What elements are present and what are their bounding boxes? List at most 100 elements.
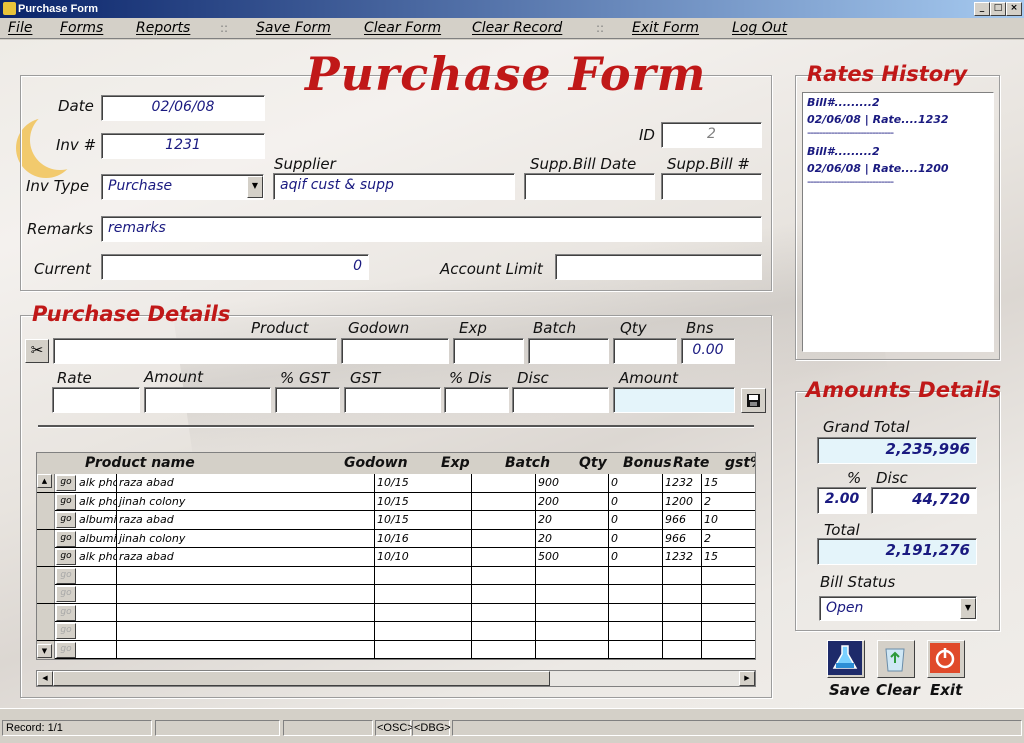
grid-cell[interactable] [609, 566, 663, 585]
grid-cell[interactable]: 1200 [663, 492, 702, 511]
grid-cell[interactable] [536, 585, 609, 603]
menu-clear-record[interactable]: Clear Record [472, 20, 562, 36]
chevron-down-icon[interactable]: ▼ [247, 176, 263, 198]
scroll-left-icon[interactable]: ◀ [37, 671, 53, 686]
grid-cell[interactable]: 20 [536, 511, 609, 529]
grid-cell[interactable] [702, 585, 755, 603]
grid-cell[interactable]: albumin (kit) dds 5x25ml [77, 529, 117, 548]
grid-cell[interactable]: 0 [609, 548, 663, 566]
supplier-field[interactable]: aqif cust & supp [273, 173, 515, 200]
pct-gst-field[interactable] [275, 387, 340, 413]
table-row[interactable]: go [37, 640, 755, 659]
go-button[interactable]: go [56, 623, 76, 639]
purchase-items-grid[interactable]: Product name Godown Exp Batch Qty Bonus Rate gs… [36, 452, 756, 660]
amount-field[interactable] [144, 387, 271, 413]
rate-field[interactable] [52, 387, 140, 413]
grid-cell[interactable] [117, 622, 375, 640]
supp-bill-no-field[interactable] [661, 173, 762, 200]
scroll-down-icon[interactable]: ▼ [37, 644, 52, 658]
disc-percent-field[interactable]: 2.00 [817, 487, 867, 514]
menu-reports[interactable]: Reports [136, 20, 190, 36]
grid-cell[interactable] [77, 566, 117, 585]
grid-cell[interactable] [663, 622, 702, 640]
grid-cell[interactable] [117, 585, 375, 603]
inv-type-select[interactable]: Purchase [101, 174, 264, 200]
grid-cell[interactable] [77, 603, 117, 622]
close-button[interactable]: × [1006, 2, 1022, 16]
grid-cell[interactable] [702, 567, 755, 585]
grid-cell[interactable]: 10/15 [375, 511, 472, 529]
godown-field[interactable] [341, 338, 449, 364]
grid-cell[interactable]: alk phosphatase (kit) dds 5x25ml [77, 492, 117, 511]
grid-cell[interactable]: 10 [702, 511, 755, 529]
table-row[interactable]: go [37, 566, 755, 585]
supp-bill-date-field[interactable] [524, 173, 655, 200]
chevron-down-icon[interactable]: ▼ [960, 598, 976, 619]
grid-cell[interactable] [472, 492, 536, 511]
grid-cell[interactable]: 2 [702, 493, 755, 511]
remarks-field[interactable]: remarks [101, 216, 762, 242]
grid-cell[interactable] [472, 548, 536, 566]
grid-cell[interactable]: raza abad [117, 548, 375, 566]
clear-button[interactable] [877, 640, 915, 678]
grid-cell[interactable] [663, 603, 702, 622]
exit-button[interactable] [927, 640, 965, 678]
grid-cell[interactable] [472, 585, 536, 603]
floppy-save-icon[interactable] [741, 388, 766, 413]
grid-cell[interactable] [375, 566, 472, 585]
grid-cell[interactable]: 10/10 [375, 548, 472, 566]
grid-cell[interactable] [375, 585, 472, 603]
table-row[interactable]: go [37, 622, 755, 641]
grid-cell[interactable] [472, 566, 536, 585]
grid-column-header[interactable]: Godown [344, 455, 408, 471]
menu-log-out[interactable]: Log Out [732, 20, 787, 36]
bns-field[interactable]: 0.00 [681, 338, 735, 364]
menu-clear-form[interactable]: Clear Form [364, 20, 441, 36]
grid-cell[interactable] [77, 640, 117, 659]
grid-cell[interactable] [536, 622, 609, 640]
grid-cell[interactable] [609, 640, 663, 659]
menu-file[interactable]: File [8, 20, 32, 36]
disc-amount-field[interactable]: 44,720 [871, 487, 977, 514]
grid-cell[interactable] [536, 566, 609, 585]
id-field[interactable]: 2 [661, 122, 762, 148]
grid-cell[interactable]: raza abad [117, 474, 375, 492]
grid-cell[interactable] [472, 529, 536, 548]
grid-cell[interactable]: alk phosphatase (kit) dds 5x25ml [77, 474, 117, 492]
grid-cell[interactable]: 20 [536, 529, 609, 548]
grid-column-header[interactable]: Exp [441, 455, 470, 471]
grid-cell[interactable] [117, 640, 375, 659]
product-field[interactable] [53, 338, 337, 364]
grid-cell[interactable]: jinah colony [117, 529, 375, 548]
grand-total-field[interactable]: 2,235,996 [817, 437, 977, 464]
grid-cell[interactable] [77, 622, 117, 640]
table-row[interactable]: goalk phosphatase (kit) dds 5x25mljinah … [37, 492, 755, 511]
grid-cell[interactable] [117, 603, 375, 622]
table-row[interactable]: go [37, 585, 755, 604]
go-button[interactable]: go [56, 549, 76, 565]
grid-cell[interactable]: 966 [663, 529, 702, 548]
grid-cell[interactable] [472, 603, 536, 622]
menu-exit-form[interactable]: Exit Form [632, 20, 699, 36]
grid-cell[interactable]: 200 [536, 492, 609, 511]
disc-field[interactable] [512, 387, 609, 413]
grid-cell[interactable] [536, 603, 609, 622]
grid-column-header[interactable]: Rate [673, 455, 709, 471]
pct-dis-field[interactable] [444, 387, 509, 413]
grid-cell[interactable]: 0 [609, 529, 663, 548]
grid-cell[interactable]: 15 [702, 474, 755, 492]
scroll-right-icon[interactable]: ▶ [739, 671, 755, 686]
grid-cell[interactable] [702, 604, 755, 622]
grid-cell[interactable] [609, 585, 663, 603]
grid-cell[interactable] [375, 640, 472, 659]
go-button[interactable]: go [56, 586, 76, 602]
grid-cell[interactable]: 10/15 [375, 492, 472, 511]
date-field[interactable]: 02/06/08 [101, 95, 265, 121]
grid-cell[interactable] [375, 603, 472, 622]
table-row[interactable]: goalk phosphatase (kit) dds 5x25mlraza a… [37, 548, 755, 567]
account-limit-field[interactable] [555, 254, 762, 280]
go-button[interactable]: go [56, 567, 76, 584]
grid-cell[interactable] [609, 603, 663, 622]
grid-cell[interactable] [117, 566, 375, 585]
grid-cell[interactable]: 1232 [663, 548, 702, 566]
